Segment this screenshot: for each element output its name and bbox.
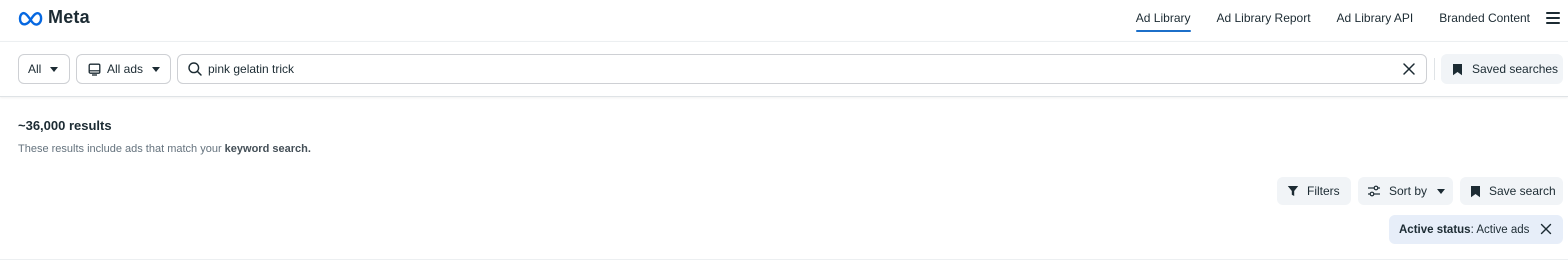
sort-by-label: Sort by [1389, 184, 1428, 198]
caret-down-icon [50, 66, 59, 72]
top-navigation: Meta Ad Library Ad Library Report Ad Lib… [0, 0, 1568, 41]
filter-value: : Active ads [1470, 223, 1530, 236]
saved-searches-label: Saved searches [1472, 62, 1559, 76]
brand-name: Meta [48, 7, 90, 27]
country-select-value: All [28, 62, 42, 76]
meta-logo[interactable]: Meta [18, 7, 90, 28]
divider [1434, 58, 1435, 80]
meta-logo-icon [18, 11, 43, 26]
menu-icon[interactable] [1546, 12, 1560, 24]
filters-button[interactable]: Filters [1277, 177, 1351, 205]
filters-label: Filters [1307, 184, 1340, 198]
results-description: These results include ads that match you… [18, 143, 311, 155]
nav-links: Ad Library Ad Library Report Ad Library … [1135, 0, 1568, 41]
close-icon[interactable] [1402, 62, 1416, 76]
divider [0, 259, 1568, 260]
results-description-bold: keyword search. [224, 143, 311, 155]
nav-ad-library-report[interactable]: Ad Library Report [1217, 0, 1311, 32]
caret-down-icon [152, 66, 161, 72]
nav-ad-library-api[interactable]: Ad Library API [1337, 0, 1414, 32]
sort-by-button[interactable]: Sort by [1358, 177, 1453, 205]
ad-type-select[interactable]: All ads [76, 54, 171, 84]
saved-searches-button[interactable]: Saved searches [1441, 54, 1563, 84]
active-status-chip: Active status: Active ads [1389, 215, 1563, 244]
nav-ad-library[interactable]: Ad Library [1135, 0, 1191, 32]
save-search-button[interactable]: Save search [1460, 177, 1563, 205]
ad-type-select-value: All ads [107, 62, 144, 76]
save-search-label: Save search [1489, 184, 1556, 198]
search-field[interactable] [177, 54, 1427, 84]
search-icon [188, 62, 202, 76]
results-description-text: These results include ads that match you… [18, 143, 225, 155]
monitor-icon [88, 63, 101, 76]
nav-branded-content[interactable]: Branded Content [1439, 0, 1530, 32]
bookmark-icon [1453, 63, 1462, 75]
search-bar-row: All All ads Saved searches [0, 41, 1568, 97]
filter-icon [1287, 186, 1299, 196]
filter-key: Active status [1399, 223, 1471, 236]
close-icon[interactable] [1540, 223, 1552, 235]
search-input[interactable] [208, 62, 1388, 76]
caret-down-icon [1437, 188, 1446, 194]
sliders-icon [1368, 185, 1380, 197]
results-count: ~36,000 results [18, 118, 112, 133]
country-select[interactable]: All [18, 54, 70, 84]
bookmark-icon [1471, 185, 1480, 197]
